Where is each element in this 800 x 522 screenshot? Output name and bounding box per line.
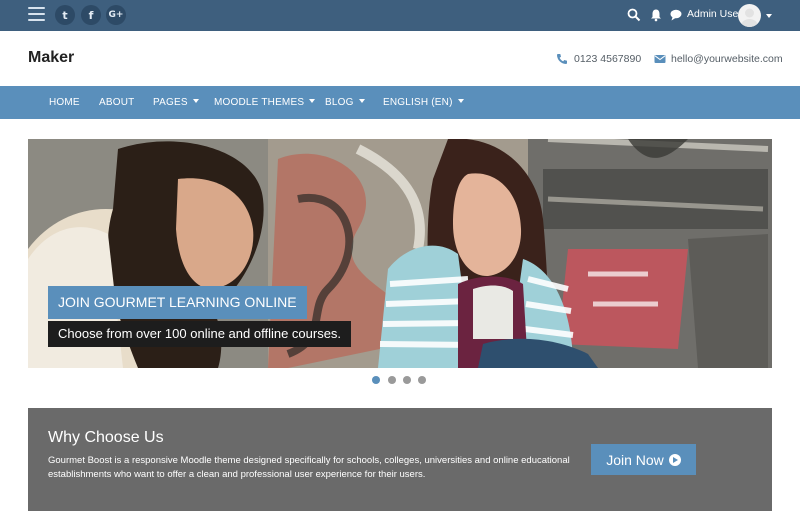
- google-plus-icon[interactable]: G+: [106, 5, 126, 25]
- nav-item-pages[interactable]: PAGES: [153, 97, 199, 108]
- email-address[interactable]: hello@yourwebsite.com: [671, 53, 783, 65]
- main-navigation: HOME ABOUT PAGES MOODLE THEMES BLOG ENGL…: [0, 86, 800, 119]
- chevron-down-icon: [457, 99, 464, 104]
- why-description: Gourmet Boost is a responsive Moodle the…: [48, 455, 570, 480]
- facebook-icon[interactable]: f: [81, 5, 101, 25]
- why-choose-us-panel: Why Choose Us Gourmet Boost is a respons…: [28, 408, 772, 511]
- search-icon[interactable]: [627, 8, 641, 22]
- slider-dot-2[interactable]: [388, 376, 396, 384]
- nav-item-home[interactable]: HOME: [49, 97, 80, 108]
- envelope-icon: [654, 55, 666, 63]
- avatar[interactable]: [738, 4, 761, 27]
- nav-item-language[interactable]: ENGLISH (EN): [383, 97, 464, 108]
- chevron-down-icon: [309, 99, 316, 104]
- join-now-label: Join Now: [606, 451, 664, 468]
- chevron-down-icon: [192, 99, 199, 104]
- site-header: Maker 0123 4567890 hello@yourwebsite.com: [0, 31, 800, 86]
- slider-dot-1[interactable]: [372, 376, 380, 384]
- bell-icon[interactable]: [649, 8, 663, 22]
- twitter-icon[interactable]: t: [55, 5, 75, 25]
- play-circle-icon: [668, 453, 681, 466]
- nav-item-blog[interactable]: BLOG: [325, 97, 365, 108]
- message-icon[interactable]: [669, 8, 683, 22]
- slider-dot-4[interactable]: [418, 376, 426, 384]
- why-title: Why Choose Us: [48, 429, 164, 446]
- hero-slider[interactable]: JOIN GOURMET LEARNING ONLINE Choose from…: [28, 139, 772, 368]
- phone-number[interactable]: 0123 4567890: [574, 53, 641, 65]
- user-menu-caret-icon[interactable]: [766, 14, 772, 18]
- menu-icon[interactable]: [28, 7, 45, 23]
- nav-item-moodle-themes[interactable]: MOODLE THEMES: [214, 97, 316, 108]
- slider-caption-text: Choose from over 100 online and offline …: [48, 321, 352, 347]
- site-brand[interactable]: Maker: [28, 49, 74, 67]
- join-now-button[interactable]: Join Now: [591, 444, 696, 475]
- nav-item-about[interactable]: ABOUT: [99, 97, 134, 108]
- phone-icon: [557, 54, 567, 64]
- chevron-down-icon: [358, 99, 365, 104]
- slider-dot-3[interactable]: [403, 376, 411, 384]
- slider-caption-title: JOIN GOURMET LEARNING ONLINE: [48, 286, 307, 319]
- top-bar: t f G+ Admin User: [0, 0, 800, 31]
- user-name[interactable]: Admin User: [687, 8, 742, 20]
